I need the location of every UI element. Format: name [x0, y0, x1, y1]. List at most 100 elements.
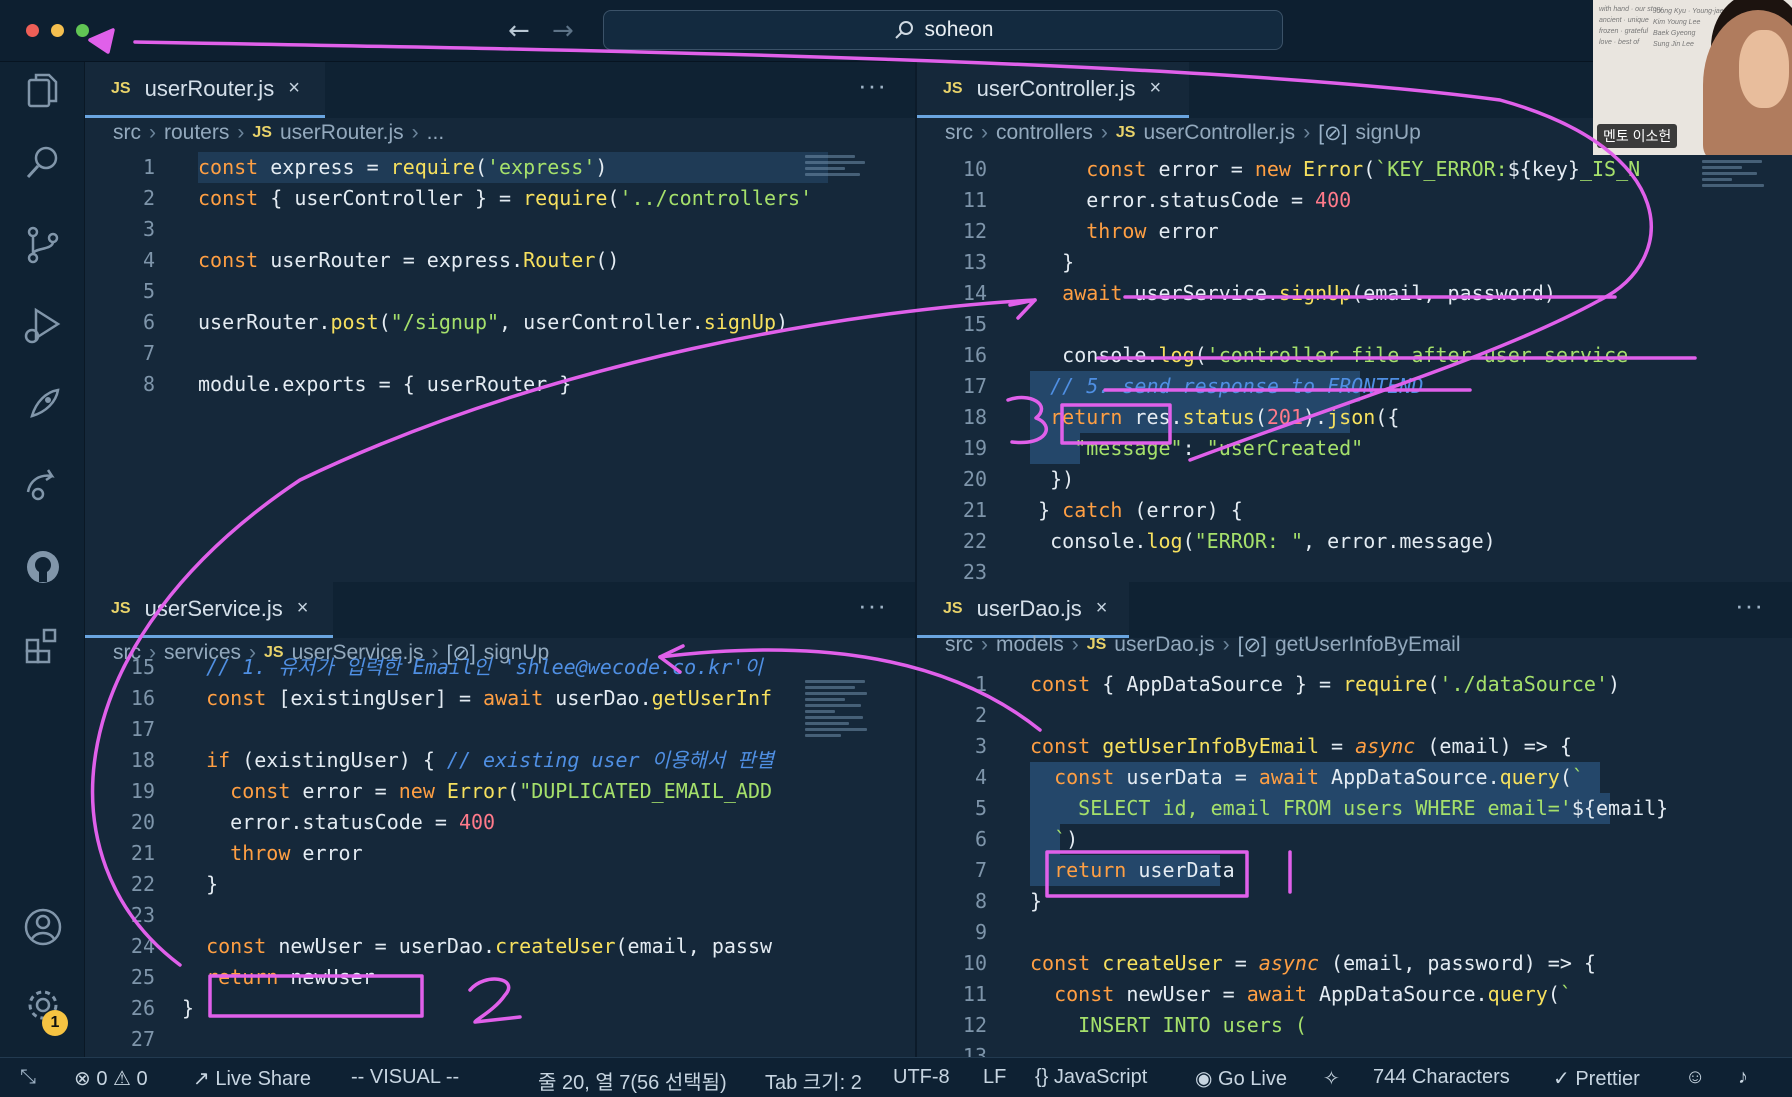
minimap[interactable] [805, 677, 875, 937]
line-number: 6 [142, 310, 155, 334]
github-icon[interactable] [20, 544, 66, 590]
code-editor[interactable]: 1 const { AppDataSource } = require('./da… [917, 669, 1792, 1057]
close-tab-icon[interactable]: × [288, 77, 300, 100]
breadcrumb-item[interactable]: signUp [1355, 121, 1420, 145]
code-editor[interactable]: 15 // 1. 유저가 입력한 Email인 'shlee@wecode.co… [85, 655, 915, 1057]
live-share-label: Live Share [215, 1068, 311, 1090]
breadcrumb-item[interactable]: src [945, 121, 973, 145]
account-icon[interactable] [20, 904, 66, 950]
end-of-line[interactable]: LF [983, 1066, 1006, 1089]
line-number: 23 [130, 903, 155, 927]
editor-pane-dao: JS userDao.js × ··· src › models › JS user… [917, 582, 1792, 1057]
tab-usercontroller[interactable]: JS userController.js × [917, 62, 1189, 118]
live-share-icon: ↗ [193, 1068, 210, 1090]
command-center-text: soheon [924, 18, 994, 41]
run-debug-icon[interactable] [20, 302, 66, 348]
line-number: 7 [974, 858, 987, 882]
breadcrumb-item[interactable]: src [113, 121, 141, 145]
rocket-icon[interactable] [20, 382, 66, 428]
breadcrumb-item[interactable]: routers [164, 121, 229, 145]
line-number: 16 [962, 343, 987, 367]
extensions-icon[interactable] [20, 622, 66, 668]
live-share-icon[interactable] [20, 462, 66, 508]
breadcrumb-item[interactable]: ... [427, 121, 445, 145]
close-window-button[interactable] [26, 24, 39, 37]
close-tab-icon[interactable]: × [1150, 77, 1162, 100]
back-arrow-icon[interactable]: ← [508, 16, 530, 46]
problems-indicator[interactable]: ⊗ 0 ⚠ 0 [74, 1066, 148, 1091]
code-line: error.statusCode = 400 [182, 810, 496, 834]
more-actions-icon[interactable]: ··· [858, 70, 887, 101]
more-actions-icon[interactable]: ··· [1735, 590, 1764, 621]
webcam-name-label: 멘토 이소헌 [1597, 124, 1678, 148]
breadcrumb-item[interactable]: userRouter.js [280, 121, 404, 145]
remote-icon[interactable]: ⤡ [20, 1066, 36, 1089]
tab-userrouter[interactable]: JS userRouter.js × [85, 62, 325, 118]
breadcrumb-item[interactable]: userDao.js [1114, 633, 1214, 657]
breadcrumb-item[interactable]: userController.js [1143, 121, 1295, 145]
code-editor[interactable]: 10 const error = new Error(`KEY_ERROR:${… [917, 154, 1792, 582]
maximize-window-button[interactable] [76, 24, 89, 37]
search-icon[interactable] [20, 140, 66, 186]
code-line: const error = new Error(`KEY_ERROR:${key… [1086, 157, 1641, 181]
tab-bar: JS userService.js × ··· [85, 582, 915, 638]
code-line: } [182, 872, 219, 896]
code-line: console.log('controller file after user … [1014, 343, 1629, 367]
forward-arrow-icon[interactable]: → [552, 16, 574, 46]
line-number: 26 [130, 996, 155, 1020]
go-live-button[interactable]: ◉ Go Live [1195, 1066, 1287, 1091]
bell-slash-icon[interactable]: ✧ [1323, 1066, 1340, 1091]
editor-pane-service: JS userService.js × ··· src › services › J… [85, 582, 915, 1057]
code-line: const express = require('express') [198, 155, 608, 179]
live-share-button[interactable]: ↗ Live Share [193, 1066, 311, 1091]
minimap[interactable] [1702, 157, 1772, 417]
minimap[interactable] [805, 152, 875, 412]
code-line: return newUser [206, 965, 375, 989]
code-line: return res.status(201).json({ [1050, 405, 1400, 429]
settings-badge: 1 [42, 1010, 68, 1036]
line-number: 25 [130, 965, 155, 989]
language-mode[interactable]: {} JavaScript [1035, 1066, 1147, 1089]
line-number: 10 [962, 157, 987, 181]
line-number: 19 [962, 436, 987, 460]
character-count: 744 Characters [1373, 1066, 1510, 1088]
line-number: 2 [142, 186, 155, 210]
minimize-window-button[interactable] [51, 24, 64, 37]
breadcrumb-item[interactable]: controllers [996, 121, 1093, 145]
vscode-window: ← → soheon 1 JS userRouter.js × ··· src … [0, 0, 1792, 1097]
code-line: const createUser = async (email, passwor… [1030, 951, 1596, 975]
feedback-icon[interactable]: ☺ [1685, 1066, 1705, 1089]
tab-size[interactable]: Tab 크기: 2 [765, 1066, 862, 1095]
cursor-position[interactable]: 줄 20, 열 7(56 선택됨) [538, 1066, 727, 1095]
code-line: }) [1014, 467, 1075, 491]
command-center-search[interactable]: soheon [603, 10, 1283, 50]
close-tab-icon[interactable]: × [297, 597, 309, 620]
prettier-button[interactable]: ✓ Prettier [1553, 1066, 1640, 1091]
code-line: } [1030, 889, 1043, 913]
line-number: 3 [974, 734, 987, 758]
close-tab-icon[interactable]: × [1096, 597, 1108, 620]
explorer-icon[interactable] [20, 68, 66, 114]
code-line: } [182, 996, 195, 1020]
tab-userservice[interactable]: JS userService.js × [85, 582, 333, 638]
breadcrumb-item[interactable]: models [996, 633, 1064, 657]
code-editor[interactable]: 1 const express = require('express') 2 con… [85, 152, 915, 582]
breadcrumb-item[interactable]: src [945, 633, 973, 657]
code-line: const newUser = userDao.createUser(email… [206, 934, 773, 958]
js-file-icon: JS [943, 79, 963, 97]
code-line: const { userController } = require('../c… [198, 186, 813, 210]
source-control-icon[interactable] [20, 222, 66, 268]
broadcast-icon: ◉ [1195, 1068, 1213, 1090]
search-icon [894, 21, 913, 39]
breadcrumb-item[interactable]: getUserInfoByEmail [1275, 633, 1461, 657]
more-actions-icon[interactable]: ··· [858, 590, 887, 621]
line-number: 16 [130, 686, 155, 710]
breadcrumb: src › routers › JS userRouter.js › ... [113, 121, 445, 145]
vim-mode: -- VISUAL -- [351, 1066, 460, 1088]
line-number: 8 [142, 372, 155, 396]
encoding[interactable]: UTF-8 [893, 1066, 950, 1089]
notifications-bell-icon[interactable]: ♪ [1738, 1066, 1748, 1089]
line-number: 27 [130, 1027, 155, 1051]
check-icon: ✓ [1553, 1068, 1570, 1090]
status-bar: ⤡ ⊗ 0 ⚠ 0 ↗ Live Share -- VISUAL -- 줄 20… [0, 1057, 1792, 1097]
